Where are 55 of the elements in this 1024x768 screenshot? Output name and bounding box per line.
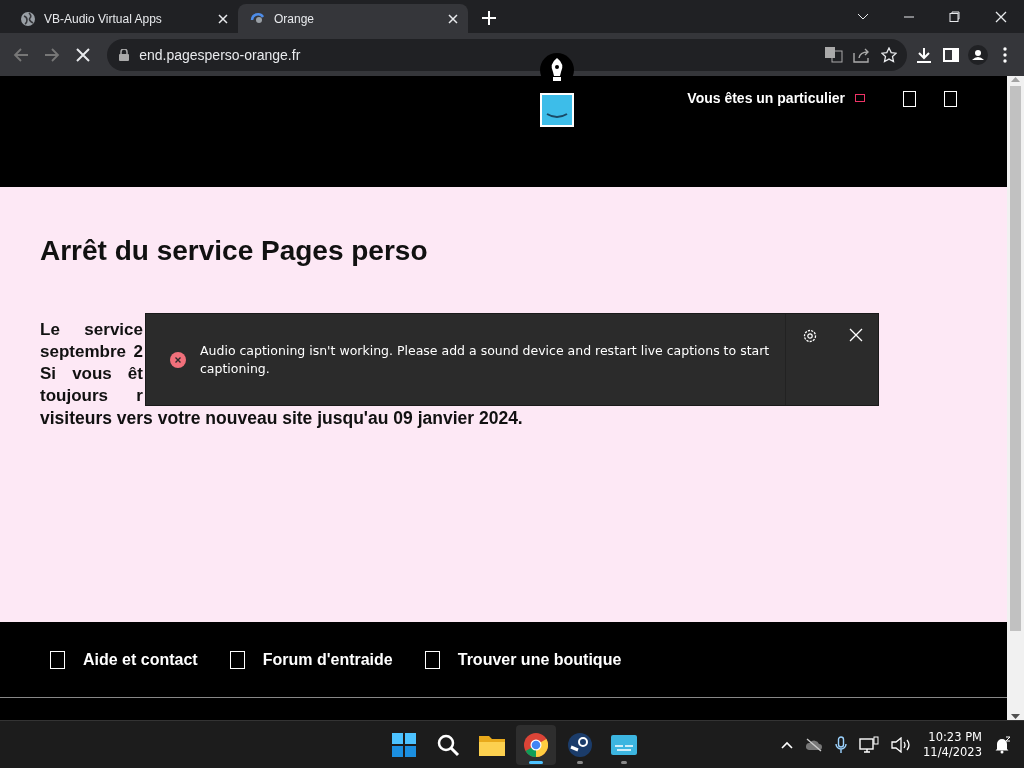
smile-logo[interactable] [540, 93, 574, 127]
browser-tab[interactable]: VB-Audio Virtual Apps [8, 4, 238, 33]
running-indicator [621, 760, 627, 764]
square-icon [855, 94, 865, 102]
footer-link[interactable]: Trouver une boutique [457, 650, 622, 669]
paragraph-line: septembre 2 [40, 341, 143, 363]
cloud-off-icon[interactable] [805, 737, 824, 752]
address-bar[interactable]: end.pagesperso-orange.fr [107, 38, 908, 71]
side-panel-icon[interactable] [943, 47, 959, 62]
page-heading: Arrêt du service Pages perso [40, 235, 429, 267]
download-icon[interactable] [915, 46, 932, 63]
paragraph-line: Si vous êt [40, 363, 143, 385]
new-tab-icon[interactable] [482, 11, 496, 25]
chrome-icon[interactable] [524, 732, 548, 757]
lock-icon [119, 48, 130, 61]
globe-icon [20, 10, 36, 27]
square-icon [50, 650, 65, 669]
close-icon[interactable] [218, 13, 228, 24]
clock[interactable]: 10:23 PM 11/4/2023 [923, 729, 982, 760]
menu-icon[interactable] [1003, 46, 1008, 63]
header-link[interactable]: Vous êtes un particulier [687, 90, 865, 106]
star-icon[interactable] [881, 46, 898, 63]
footer-link[interactable]: Aide et contact [83, 650, 198, 669]
chevron-up-icon[interactable] [781, 740, 794, 749]
profile-icon[interactable] [968, 44, 989, 65]
square-icon[interactable] [903, 91, 916, 107]
notification-message: Audio captioning isn't working. Please add a sound device and restart live captions to start captioning. [200, 341, 770, 378]
stop-icon[interactable] [75, 47, 90, 62]
bell-icon[interactable] [994, 735, 1012, 754]
network-icon[interactable] [859, 736, 880, 753]
square-icon[interactable] [944, 91, 957, 107]
error-icon [170, 351, 186, 368]
folder-icon[interactable] [479, 733, 505, 756]
share-icon[interactable] [853, 46, 872, 63]
running-indicator [529, 760, 543, 764]
microphone-icon[interactable] [835, 735, 848, 754]
volume-icon[interactable] [891, 736, 912, 753]
settings-icon[interactable] [801, 328, 818, 344]
forward-icon[interactable] [43, 46, 60, 63]
paragraph-line: visiteurs vers votre nouveau site jusqu'au 09 janvier 2024. [40, 407, 523, 429]
back-icon[interactable] [12, 46, 29, 63]
browser-tab[interactable]: Orange [238, 4, 468, 33]
scrollbar[interactable] [1007, 76, 1024, 720]
steam-icon[interactable] [568, 732, 592, 757]
close-icon[interactable] [448, 13, 458, 24]
square-icon [424, 650, 440, 669]
footer-link[interactable]: Forum d'entraide [262, 650, 393, 669]
search-icon[interactable] [436, 732, 460, 757]
windows-icon[interactable] [392, 732, 416, 757]
running-indicator [577, 760, 583, 764]
paragraph-line: Le service [40, 319, 143, 341]
translate-icon[interactable] [825, 46, 844, 63]
captions-icon[interactable] [611, 734, 637, 755]
paragraph-line: toujours r [40, 385, 143, 407]
square-icon [229, 650, 245, 669]
